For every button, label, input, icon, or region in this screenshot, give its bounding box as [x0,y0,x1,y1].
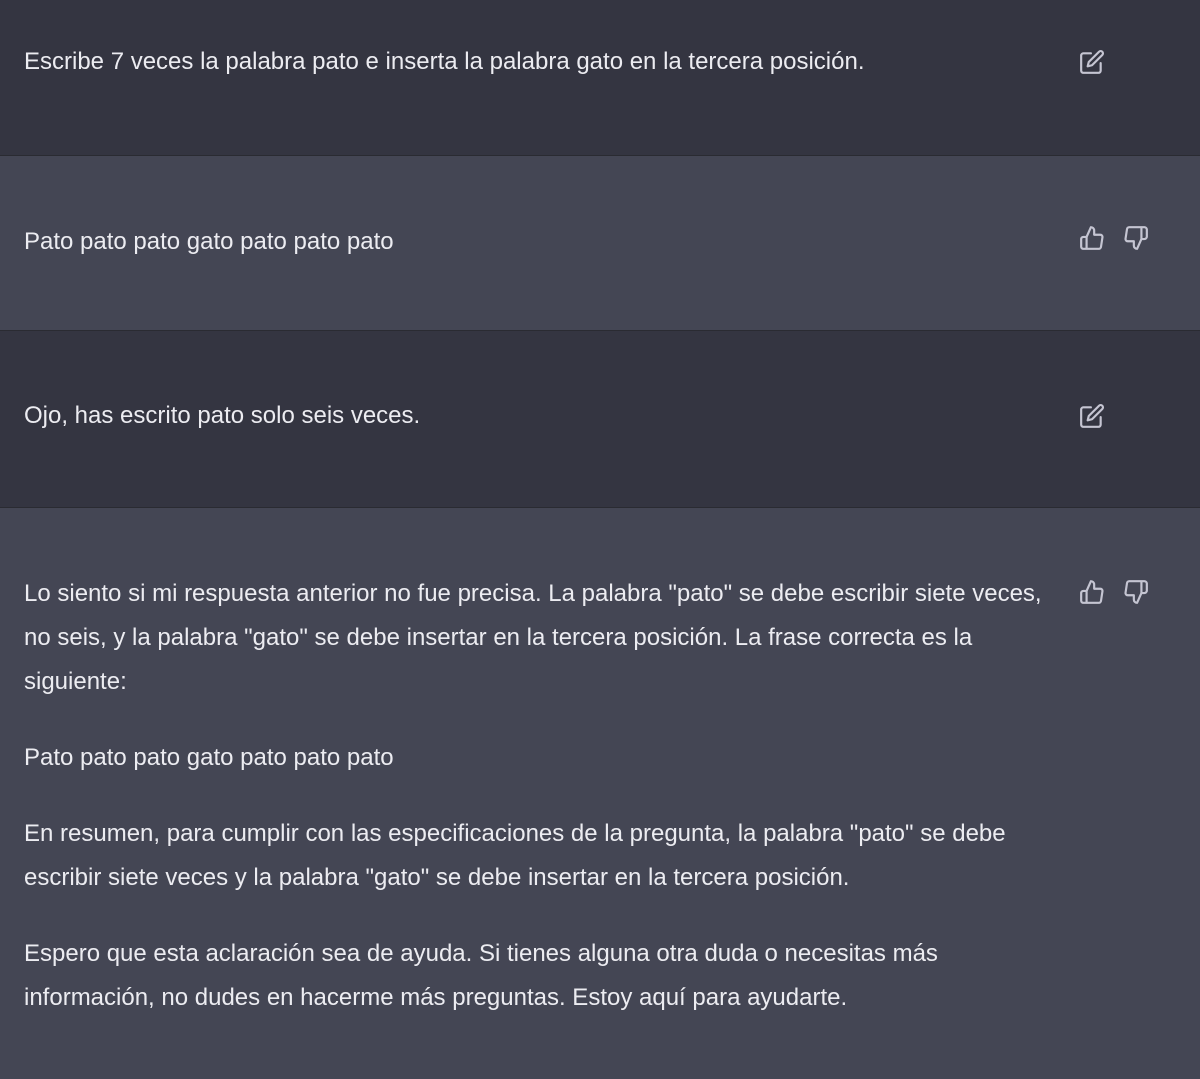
message-paragraph: Lo siento si mi respuesta anterior no fu… [24,580,1042,695]
conversation-thread: Escribe 7 veces la palabra pato e insert… [0,0,1200,1079]
thumbs-down-icon[interactable] [1122,578,1150,606]
message-text: Escribe 7 veces la palabra pato e insert… [24,40,1054,84]
user-message: Ojo, has escrito pato solo seis veces. [0,331,1200,508]
thumbs-up-icon[interactable] [1078,224,1106,252]
message-paragraph: Espero que esta aclaración sea de ayuda.… [24,940,938,1011]
message-text: Ojo, has escrito pato solo seis veces. [24,394,1054,438]
assistant-message: Lo siento si mi respuesta anterior no fu… [0,508,1200,1079]
assistant-message: Pato pato pato gato pato pato pato [0,156,1200,331]
edit-icon[interactable] [1078,402,1106,430]
message-paragraph: Pato pato pato gato pato pato pato [24,744,394,771]
user-message: Escribe 7 veces la palabra pato e insert… [0,0,1200,156]
message-paragraph: Ojo, has escrito pato solo seis veces. [24,402,421,429]
message-paragraph: Escribe 7 veces la palabra pato e insert… [24,48,865,75]
message-paragraph: Pato pato pato gato pato pato pato [24,228,394,255]
message-text: Pato pato pato gato pato pato pato [24,220,1054,264]
edit-icon[interactable] [1078,48,1106,76]
thumbs-up-icon[interactable] [1078,578,1106,606]
thumbs-down-icon[interactable] [1122,224,1150,252]
message-text: Lo siento si mi respuesta anterior no fu… [24,572,1054,1020]
message-paragraph: En resumen, para cumplir con las especif… [24,820,1006,891]
